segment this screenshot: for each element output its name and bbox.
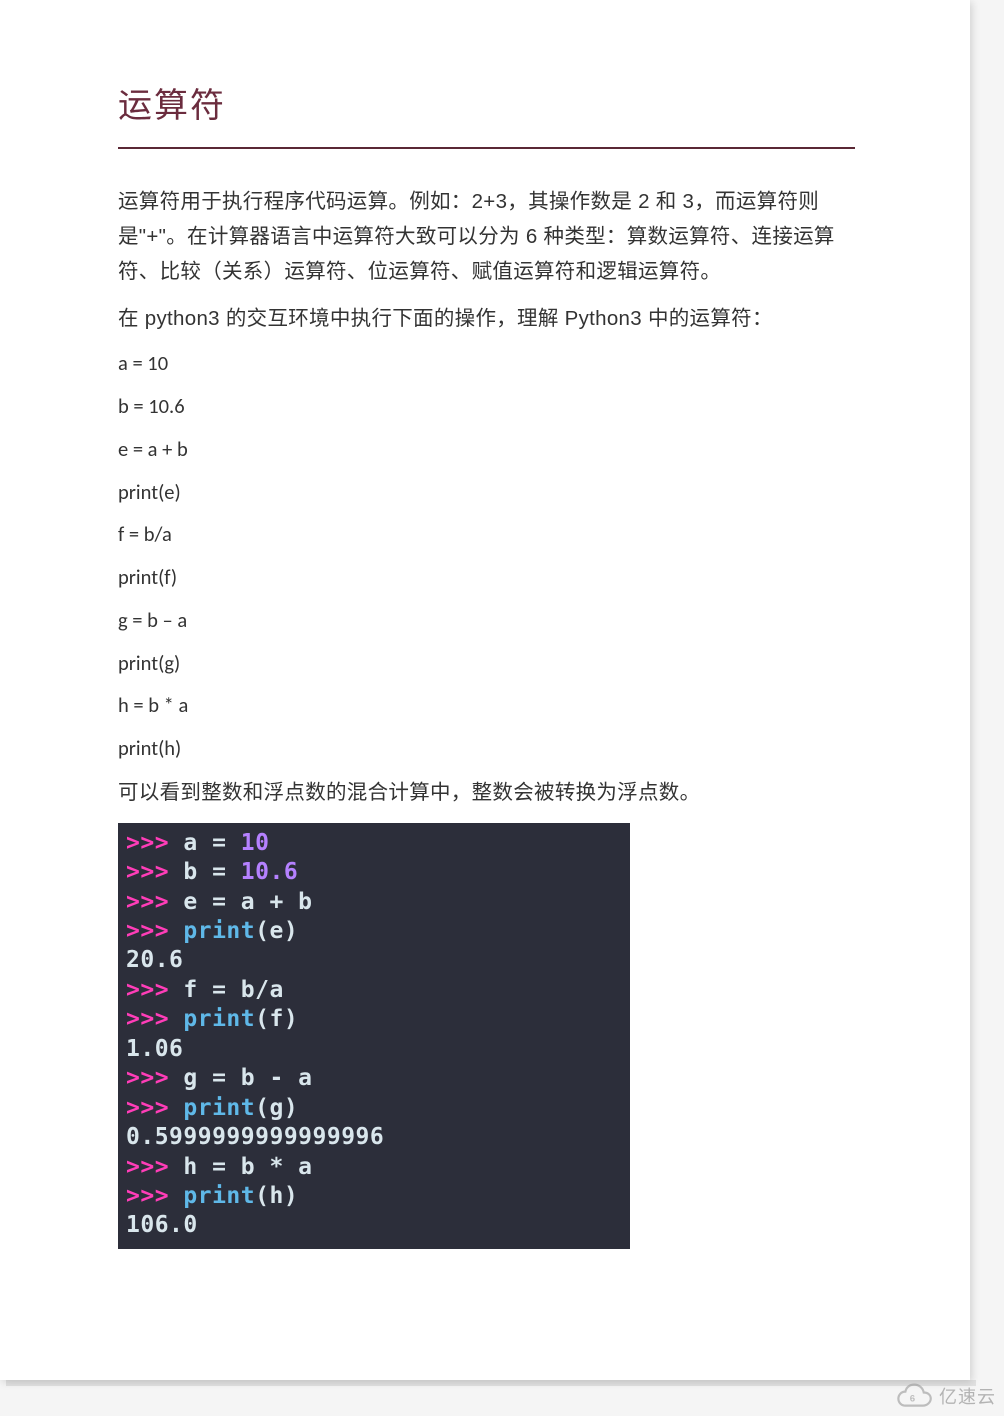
- prompt-icon: >>>: [126, 1095, 183, 1121]
- terminal-line: >>> e = a + b: [126, 888, 622, 917]
- terminal-line: >>> g = b - a: [126, 1064, 622, 1093]
- document-page: 运算符 运算符用于执行程序代码运算。例如：2+3，其操作数是 2 和 3，而运算…: [0, 0, 970, 1380]
- prompt-icon: >>>: [126, 918, 183, 944]
- terminal-line: >>> b = 10.6: [126, 858, 622, 887]
- prompt-icon: >>>: [126, 1154, 183, 1180]
- code-line: print(h): [118, 733, 855, 764]
- prompt-icon: >>>: [126, 859, 183, 885]
- terminal-line: >>> print(g): [126, 1094, 622, 1123]
- code-line: print(f): [118, 562, 855, 593]
- title-divider: [118, 147, 855, 149]
- prompt-icon: >>>: [126, 977, 183, 1003]
- prompt-icon: >>>: [126, 830, 183, 856]
- terminal-line: 20.6: [126, 946, 622, 975]
- code-line: print(g): [118, 648, 855, 679]
- prompt-icon: >>>: [126, 889, 183, 915]
- terminal-line: >>> a = 10: [126, 829, 622, 858]
- code-line: a = 10: [118, 348, 855, 379]
- terminal-line: >>> print(e): [126, 917, 622, 946]
- paragraph-note: 可以看到整数和浮点数的混合计算中，整数会被转换为浮点数。: [118, 776, 855, 811]
- code-line: h = b * a: [118, 690, 855, 721]
- svg-text:6: 6: [910, 1393, 915, 1404]
- terminal-line: 106.0: [126, 1211, 622, 1240]
- code-line: print(e): [118, 477, 855, 508]
- prompt-icon: >>>: [126, 1006, 183, 1032]
- terminal-line: >>> h = b * a: [126, 1153, 622, 1182]
- paragraph-intro: 运算符用于执行程序代码运算。例如：2+3，其操作数是 2 和 3，而运算符则是"…: [118, 185, 855, 290]
- terminal-output: >>> a = 10 >>> b = 10.6 >>> e = a + b >>…: [118, 823, 630, 1249]
- code-line: e = a + b: [118, 434, 855, 465]
- page-title: 运算符: [118, 78, 855, 127]
- paragraph-instruction: 在 python3 的交互环境中执行下面的操作，理解 Python3 中的运算符…: [118, 302, 855, 337]
- prompt-icon: >>>: [126, 1065, 183, 1091]
- prompt-icon: >>>: [126, 1183, 183, 1209]
- watermark: 6 亿速云: [897, 1382, 996, 1410]
- terminal-line: >>> f = b/a: [126, 976, 622, 1005]
- cloud-icon: 6: [897, 1382, 933, 1410]
- terminal-line: >>> print(h): [126, 1182, 622, 1211]
- code-line: f = b/a: [118, 519, 855, 550]
- watermark-text: 亿速云: [939, 1383, 996, 1409]
- code-line: g = b – a: [118, 605, 855, 636]
- terminal-line: 0.5999999999999996: [126, 1123, 622, 1152]
- code-line: b = 10.6: [118, 391, 855, 422]
- terminal-line: >>> print(f): [126, 1005, 622, 1034]
- terminal-line: 1.06: [126, 1035, 622, 1064]
